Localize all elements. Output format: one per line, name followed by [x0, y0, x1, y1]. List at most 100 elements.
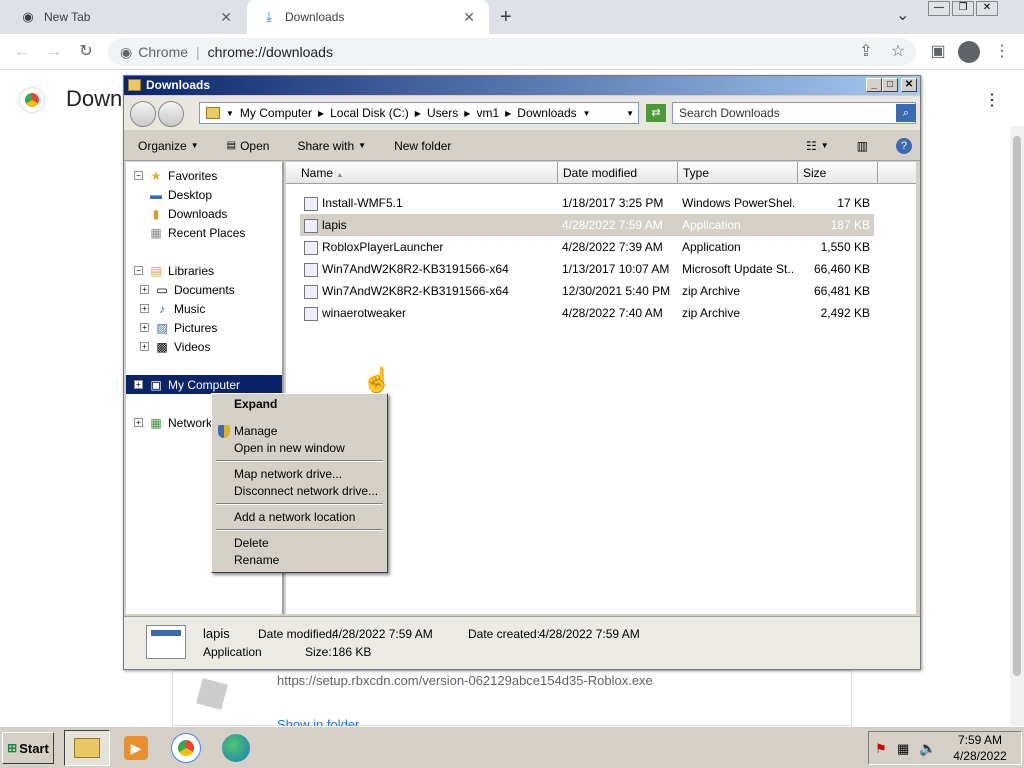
menu-disconnect-network-drive[interactable]: Disconnect network drive...: [214, 483, 385, 500]
file-row-selected[interactable]: lapis 4/28/2022 7:59 AM Application 187 …: [300, 214, 874, 236]
breadcrumb-item[interactable]: vm1: [476, 106, 499, 120]
libraries-icon: ▤: [150, 263, 162, 278]
tab-search-icon[interactable]: ⌄: [896, 5, 909, 25]
nav-libraries[interactable]: − ▤ Libraries: [134, 261, 282, 280]
column-type[interactable]: Type: [678, 162, 798, 184]
breadcrumb-item[interactable]: My Computer: [240, 106, 312, 120]
nav-music[interactable]: + ♪ Music: [134, 299, 282, 318]
clock-date[interactable]: 4/28/2022: [945, 749, 1015, 763]
pictures-icon: ▨: [156, 320, 168, 335]
nav-videos[interactable]: + ▩ Videos: [134, 337, 282, 356]
action-center-icon[interactable]: ⚑: [875, 741, 887, 757]
network-tray-icon[interactable]: ▦: [897, 741, 909, 757]
breadcrumb-item[interactable]: Downloads: [517, 106, 576, 120]
nav-desktop[interactable]: ▬ Desktop: [134, 185, 282, 204]
details-created: 4/28/2022 7:59 AM: [539, 627, 640, 641]
menu-rename[interactable]: Rename: [214, 552, 385, 569]
edge-taskbar-icon[interactable]: [214, 730, 258, 766]
forward-icon[interactable]: →: [44, 42, 64, 62]
restore-icon[interactable]: ❐: [952, 1, 974, 16]
explorer-titlebar[interactable]: Downloads _ □ ✕: [124, 76, 920, 95]
profile-avatar[interactable]: [958, 41, 980, 63]
menu-manage[interactable]: Manage: [214, 423, 385, 440]
column-name[interactable]: Name ▲: [296, 162, 558, 184]
tab-downloads[interactable]: ⤓ Downloads ✕: [247, 0, 489, 34]
search-input[interactable]: Search Downloads: [672, 102, 916, 124]
file-row[interactable]: Win7AndW2K8R2-KB3191566-x64 1/13/2017 10…: [300, 258, 874, 280]
file-size: 66,481 KB: [813, 284, 870, 298]
chrome-logo-icon: [19, 87, 45, 113]
file-row[interactable]: RobloxPlayerLauncher 4/28/2022 7:39 AM A…: [300, 236, 874, 258]
menu-expand[interactable]: Expand: [214, 396, 385, 413]
explorer-taskbar-icon[interactable]: [64, 730, 110, 766]
close-tab-icon[interactable]: ✕: [220, 9, 232, 26]
maximize-button[interactable]: □: [882, 78, 898, 92]
menu-separator: [216, 460, 383, 462]
file-name: RobloxPlayerLauncher: [322, 240, 444, 254]
refresh-icon[interactable]: ⇄: [646, 104, 666, 122]
nav-recent-places[interactable]: ▦ Recent Places: [134, 223, 282, 242]
menu-add-network-location[interactable]: Add a network location: [214, 509, 385, 526]
organize-button[interactable]: Organize ▼: [124, 139, 213, 153]
menu-map-network-drive[interactable]: Map network drive...: [214, 466, 385, 483]
nav-pictures[interactable]: + ▨ Pictures: [134, 318, 282, 337]
back-icon[interactable]: ←: [12, 42, 32, 62]
file-row[interactable]: Install-WMF5.1 1/18/2017 3:25 PM Windows…: [300, 192, 874, 214]
preview-pane-button[interactable]: ▥: [843, 139, 882, 153]
address-dropdown-icon[interactable]: ▼: [626, 109, 634, 118]
reload-icon[interactable]: ↻: [76, 42, 96, 62]
back-button[interactable]: [130, 101, 156, 127]
page-menu-icon[interactable]: ⋮: [984, 90, 1000, 110]
breadcrumb-item[interactable]: Local Disk (C:): [330, 106, 409, 120]
side-panel-icon[interactable]: ▣: [928, 42, 948, 62]
page-scrollbar[interactable]: [1010, 126, 1024, 726]
nav-documents[interactable]: + ▭ Documents: [134, 280, 282, 299]
nav-favorites[interactable]: − ★ Favorites: [134, 166, 282, 185]
view-options-button[interactable]: ☷ ▼: [792, 139, 843, 153]
media-player-taskbar-icon[interactable]: ▶: [114, 730, 158, 766]
volume-icon[interactable]: 🔈: [919, 740, 936, 757]
new-tab-button[interactable]: +: [500, 6, 512, 29]
file-row[interactable]: Win7AndW2K8R2-KB3191566-x64 12/30/2021 5…: [300, 280, 874, 302]
column-date[interactable]: Date modified: [558, 162, 678, 184]
search-icon[interactable]: ⌕: [896, 104, 916, 122]
menu-icon[interactable]: ⋮: [992, 42, 1012, 62]
address-bar[interactable]: ▼ My Computer ▶ Local Disk (C:) ▶ Users ▶ v…: [199, 102, 639, 124]
share-with-button[interactable]: Share with ▼: [283, 139, 380, 153]
help-button[interactable]: ?: [882, 137, 920, 154]
command-bar: Organize ▼ ▤ Open Share with ▼ New folder ☷…: [124, 131, 920, 161]
star-icon: ★: [150, 168, 162, 183]
column-size[interactable]: Size: [798, 162, 878, 184]
bookmark-star-icon[interactable]: ☆: [888, 42, 908, 62]
file-type: Windows PowerShel...: [682, 196, 794, 210]
preview-pane-icon: ▥: [856, 138, 868, 153]
close-tab-icon[interactable]: ✕: [463, 9, 475, 26]
new-folder-button[interactable]: New folder: [380, 139, 465, 153]
tab-new-tab[interactable]: ◉ New Tab ✕: [0, 0, 246, 34]
open-icon: ▤: [226, 140, 237, 151]
nav-downloads[interactable]: ▮ Downloads: [134, 204, 282, 223]
forward-button[interactable]: [158, 101, 184, 127]
menu-delete[interactable]: Delete: [214, 535, 385, 552]
column-label: Name: [301, 166, 334, 180]
omnibox-site: Chrome: [138, 44, 189, 60]
breadcrumb-item[interactable]: Users: [427, 106, 458, 120]
close-button[interactable]: ✕: [901, 78, 917, 92]
nav-label: Music: [174, 301, 206, 316]
minimize-button[interactable]: _: [866, 78, 882, 92]
file-type: zip Archive: [682, 306, 741, 320]
window-title: Downloads: [146, 78, 211, 92]
file-row[interactable]: winaerotweaker 4/28/2022 7:40 AM zip Arc…: [300, 302, 874, 324]
omnibox[interactable]: ◉ Chrome | chrome://downloads: [108, 38, 916, 66]
nav-my-computer[interactable]: + ▣ My Computer: [126, 375, 282, 394]
start-button[interactable]: ⊞ Start: [2, 732, 54, 764]
chrome-taskbar-icon[interactable]: [164, 730, 208, 766]
clock-time[interactable]: 7:59 AM: [949, 733, 1011, 747]
download-url[interactable]: https://setup.rbxcdn.com/version-062129a…: [277, 673, 653, 688]
scrollbar-thumb[interactable]: [1013, 136, 1021, 676]
share-icon[interactable]: ⇪: [856, 42, 876, 62]
open-button[interactable]: ▤ Open: [213, 139, 284, 153]
menu-open-new-window[interactable]: Open in new window: [214, 440, 385, 457]
close-icon[interactable]: ✕: [976, 1, 998, 16]
minimize-icon[interactable]: —: [928, 1, 950, 16]
